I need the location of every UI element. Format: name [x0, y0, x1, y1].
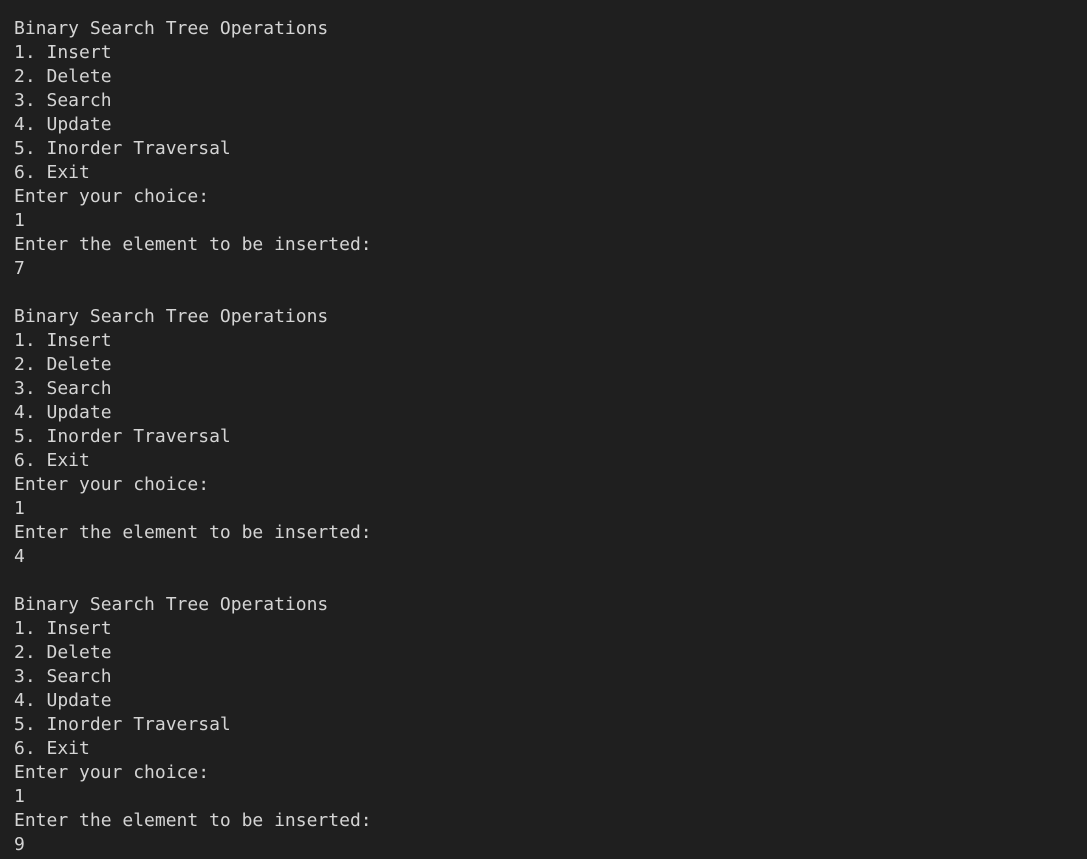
menu-option-insert-2: 1. Insert — [14, 330, 112, 351]
blank-line-2 — [14, 569, 1087, 593]
menu-option-insert-1: 1. Insert — [14, 42, 112, 63]
menu-option-delete-1: 2. Delete — [14, 66, 112, 87]
menu-option-update-2: 4. Update — [14, 402, 112, 423]
menu-option-search-1: 3. Search — [14, 90, 112, 111]
menu-option-delete-2: 2. Delete — [14, 354, 112, 375]
menu-option-search-3: 3. Search — [14, 666, 112, 687]
menu-option-update-3: 4. Update — [14, 690, 112, 711]
choice-prompt-2: Enter your choice: — [14, 474, 210, 495]
blank-line-1 — [14, 281, 1087, 305]
menu-option-inorder-1: 5. Inorder Traversal — [14, 138, 231, 159]
menu-title-3: Binary Search Tree Operations — [14, 594, 329, 615]
element-prompt-1: Enter the element to be inserted: — [14, 234, 372, 255]
menu-option-search-2: 3. Search — [14, 378, 112, 399]
menu-option-delete-3: 2. Delete — [14, 642, 112, 663]
menu-title-2: Binary Search Tree Operations — [14, 306, 329, 327]
choice-input-1: 1 — [14, 210, 25, 231]
choice-prompt-1: Enter your choice: — [14, 186, 210, 207]
menu-title-1: Binary Search Tree Operations — [14, 18, 329, 39]
element-prompt-2: Enter the element to be inserted: — [14, 522, 372, 543]
menu-option-inorder-2: 5. Inorder Traversal — [14, 426, 231, 447]
choice-input-2: 1 — [14, 498, 25, 519]
element-input-2: 4 — [14, 546, 25, 567]
choice-input-3: 1 — [14, 786, 25, 807]
element-input-1: 7 — [14, 258, 25, 279]
menu-option-exit-1: 6. Exit — [14, 162, 90, 183]
menu-option-update-1: 4. Update — [14, 114, 112, 135]
menu-option-insert-3: 1. Insert — [14, 618, 112, 639]
menu-option-inorder-3: 5. Inorder Traversal — [14, 714, 231, 735]
menu-option-exit-3: 6. Exit — [14, 738, 90, 759]
choice-prompt-3: Enter your choice: — [14, 762, 210, 783]
menu-option-exit-2: 6. Exit — [14, 450, 90, 471]
terminal-output[interactable]: Binary Search Tree Operations 1. Insert … — [0, 0, 1087, 859]
element-input-3: 9 — [14, 834, 25, 855]
element-prompt-3: Enter the element to be inserted: — [14, 810, 372, 831]
